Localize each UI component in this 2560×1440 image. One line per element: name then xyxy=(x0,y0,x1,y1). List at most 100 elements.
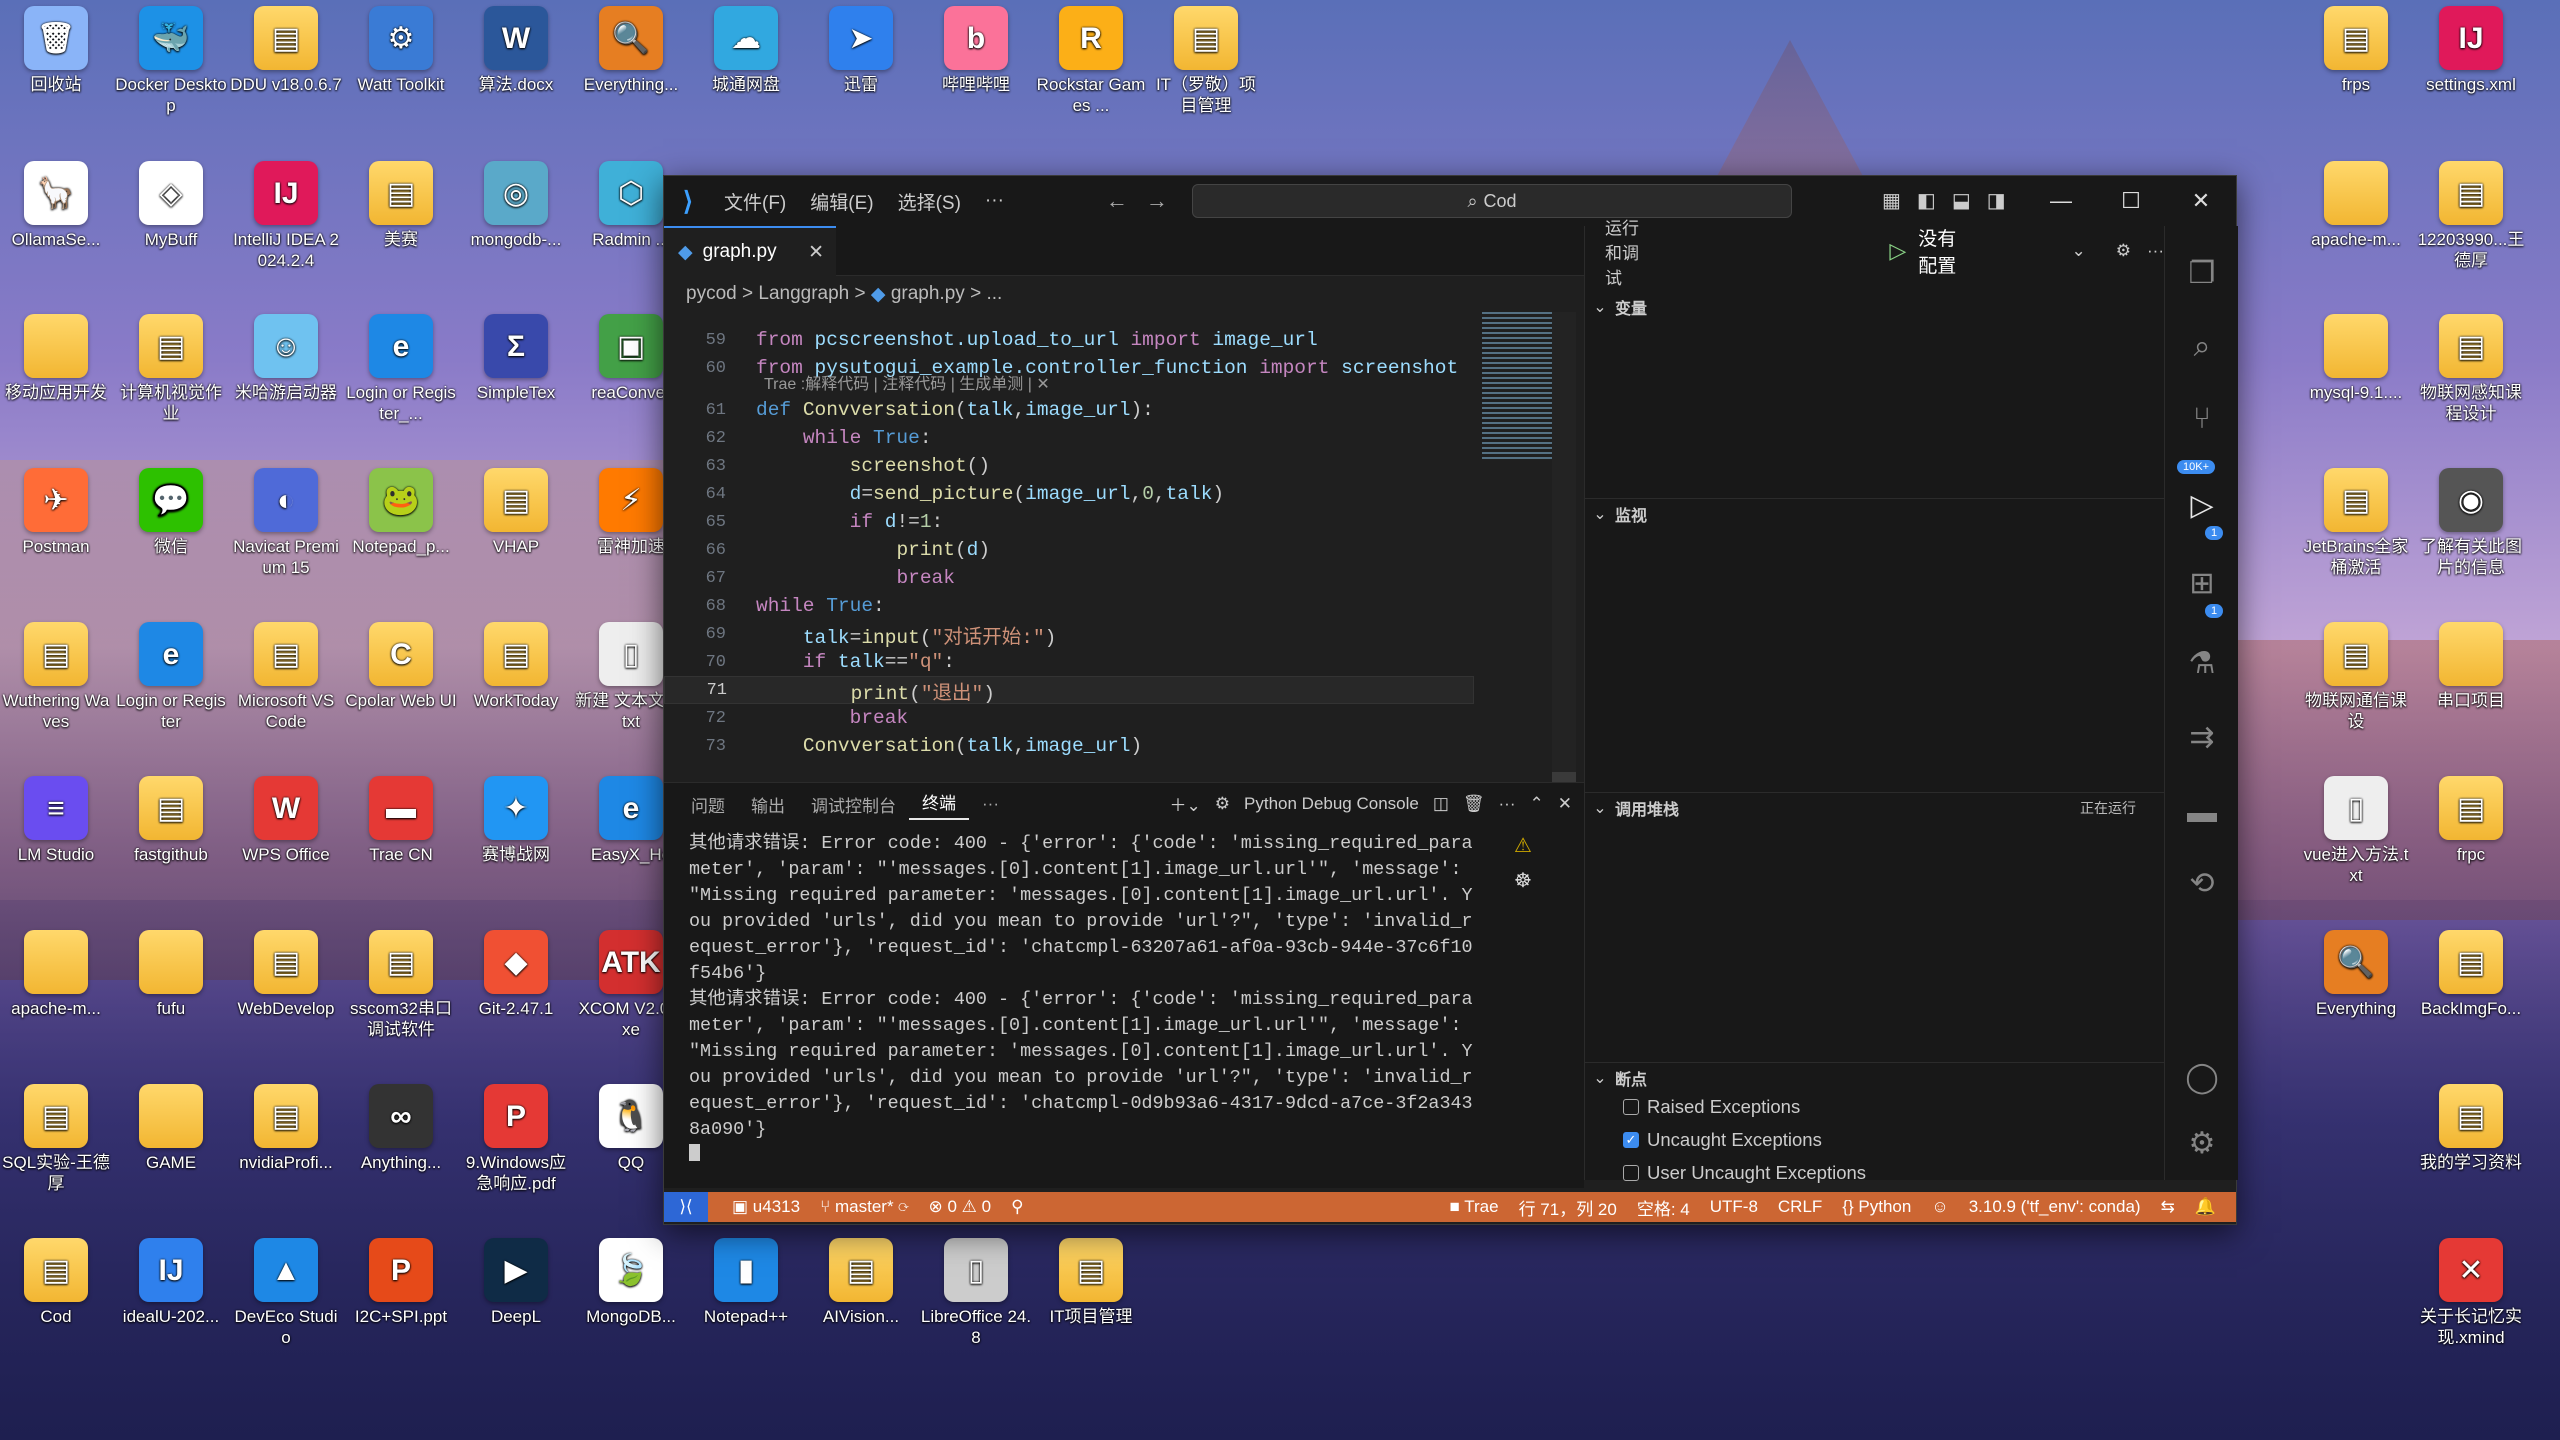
tab-problems[interactable]: 问题 xyxy=(678,792,738,817)
status-encoding[interactable]: UTF-8 xyxy=(1700,1197,1768,1217)
more-actions-icon[interactable]: ··· xyxy=(1499,794,1516,814)
desktop-icon[interactable]: 移动应用开发 xyxy=(0,308,112,403)
status-branch[interactable]: ⑂ master* ⟳ xyxy=(810,1197,918,1217)
status-position[interactable]: 行 71，列 20 xyxy=(1509,1195,1627,1220)
split-terminal-icon[interactable]: ◫ xyxy=(1433,794,1449,814)
desktop-icon[interactable]: ▤ WorkToday xyxy=(460,616,572,711)
desktop-icon[interactable]: ▬ Trae CN xyxy=(345,770,457,865)
forward-arrow-icon[interactable]: → xyxy=(1146,188,1168,214)
desktop-icon[interactable]: apache-m... xyxy=(0,924,112,1019)
terminal-name[interactable]: Python Debug Console xyxy=(1244,794,1419,814)
desktop-icon[interactable]: ▤ VHAP xyxy=(460,462,572,557)
tab-graph-py[interactable]: ◆ graph.py ✕ xyxy=(664,226,836,276)
code-line[interactable]: 65 if d!=1: xyxy=(664,508,1474,536)
desktop-icon[interactable]: P 9.Windows应急响应.pdf xyxy=(460,1078,572,1194)
new-terminal-icon[interactable]: ＋⌄ xyxy=(1170,791,1201,816)
desktop-icon[interactable]: ☺ 米哈游启动器 xyxy=(230,308,342,403)
desktop-icon[interactable]: ▤ WebDevelop xyxy=(230,924,342,1019)
desktop-icon[interactable]: ▤ AIVision... xyxy=(805,1232,917,1327)
section-callstack[interactable]: ⌄ 调用堆栈 正在运行 xyxy=(1585,792,2164,822)
desktop-icon[interactable]: 🔍 Everything xyxy=(2300,924,2412,1019)
breadcrumb-symbol[interactable]: ... xyxy=(986,283,1002,305)
desktop-icon[interactable]: ✦ 赛博战网 xyxy=(460,770,572,865)
desktop-icon[interactable]: ▤ IT（罗敬）项目管理 xyxy=(1150,0,1262,116)
desktop-icon[interactable]: ◎ mongodb-... xyxy=(460,155,572,250)
desktop-icon[interactable]: ◈ MyBuff xyxy=(115,155,227,250)
desktop-icon[interactable]: 🦙 OllamaSe... xyxy=(0,155,112,250)
code-line[interactable]: 59 from pcscreenshot.upload_to_url import… xyxy=(664,326,1474,354)
code-line[interactable]: 66 print(d) xyxy=(664,536,1474,564)
desktop-icon[interactable]: 🗑 回收站 xyxy=(0,0,112,95)
desktop-icon[interactable]: ▤ 物联网通信课设 xyxy=(2300,616,2412,732)
desktop-icon[interactable]: ▤ nvidiaProfi... xyxy=(230,1078,342,1173)
desktop-icon[interactable]: Σ SimpleTex xyxy=(460,308,572,403)
desktop-icon[interactable]: e Login or Register xyxy=(115,616,227,732)
desktop-icon[interactable]: b 哔哩哔哩 xyxy=(920,0,1032,95)
desktop-icon[interactable]: ▤ Cod xyxy=(0,1232,112,1327)
tab-output[interactable]: 输出 xyxy=(738,792,798,817)
desktop-icon[interactable]: ▤ fastgithub xyxy=(115,770,227,865)
terminal-output[interactable]: 其他请求错误: Error code: 400 - {'error': {'co… xyxy=(689,831,1479,1161)
explorer-icon[interactable]: ❐ xyxy=(2165,256,2239,291)
remote-explorer-icon[interactable]: ⇉ xyxy=(2165,720,2239,755)
command-center-search[interactable]: ⌕ Cod xyxy=(1192,184,1792,218)
maximize-button[interactable]: ☐ xyxy=(2096,176,2166,226)
menu-more[interactable]: ··· xyxy=(973,190,1016,212)
remote-indicator-icon[interactable]: ⟩⟨ xyxy=(664,1192,708,1222)
close-tab-icon[interactable]: ✕ xyxy=(808,241,824,264)
breadcrumb-subfolder[interactable]: Langgraph xyxy=(758,283,849,305)
desktop-icon[interactable]: ▤ 美赛 xyxy=(345,155,457,250)
desktop-icon[interactable]: ▤ JetBrains全家桶激活 xyxy=(2300,462,2412,578)
desktop-icon[interactable]: IJ idealU-202... xyxy=(115,1232,227,1327)
desktop-icon[interactable]: IJ settings.xml xyxy=(2415,0,2527,95)
desktop-icon[interactable]: e Login or Register_... xyxy=(345,308,457,424)
code-line[interactable]: 71 print("退出") xyxy=(664,676,1474,705)
breadcrumb-folder[interactable]: pycod xyxy=(686,283,737,305)
desktop-icon[interactable]: ≡ LM Studio xyxy=(0,770,112,865)
panel-more-button[interactable]: ··· xyxy=(969,794,1012,814)
breakpoint-item[interactable]: User Uncaught Exceptions xyxy=(1623,1162,1866,1184)
more-actions-icon[interactable]: ··· xyxy=(2147,241,2164,261)
toggle-secondary-sidebar-icon[interactable]: ◨ xyxy=(1987,188,2006,213)
desktop-icon[interactable]: ▤ frpc xyxy=(2415,770,2527,865)
menu-edit[interactable]: 编辑(E) xyxy=(798,188,885,215)
code-line[interactable]: 70 if talk=="q": xyxy=(664,648,1474,676)
toggle-sidebar-icon[interactable]: ◧ xyxy=(1917,188,1936,213)
tab-debug-console[interactable]: 调试控制台 xyxy=(798,792,909,817)
desktop-icon[interactable]: ▤ sscom32串口调试软件 xyxy=(345,924,457,1040)
checkbox[interactable] xyxy=(1623,1099,1639,1115)
desktop-icon[interactable]: ▤ frps xyxy=(2300,0,2412,95)
desktop-icon[interactable]: W 算法.docx xyxy=(460,0,572,95)
desktop-icon[interactable]: ▮ Notepad++ xyxy=(690,1232,802,1327)
terminal-view-icon[interactable]: ▬ xyxy=(2165,796,2239,830)
code-line[interactable]: 68 while True: xyxy=(664,592,1474,620)
minimap[interactable] xyxy=(1482,312,1552,462)
code-line[interactable]: 72 break xyxy=(664,704,1474,732)
breakpoint-item[interactable]: Raised Exceptions xyxy=(1623,1096,1800,1118)
customize-layout-icon[interactable]: ▦ xyxy=(1882,188,1901,213)
notifications-bell-icon[interactable]: 🔔 xyxy=(2185,1197,2226,1217)
desktop-icon[interactable]: ▯ vue进入方法.txt xyxy=(2300,770,2412,886)
gear-icon[interactable]: ⚙ xyxy=(2116,241,2131,261)
desktop-icon[interactable]: ◆ Git-2.47.1 xyxy=(460,924,572,1019)
feedback-icon[interactable]: ⇆ xyxy=(2151,1197,2185,1217)
desktop-icon[interactable]: ▤ IT项目管理 xyxy=(1035,1232,1147,1327)
code-line[interactable]: 67 break xyxy=(664,564,1474,592)
testing-flask-icon[interactable]: ⚗ xyxy=(2165,646,2239,681)
desktop-icon[interactable]: ∞ Anything... xyxy=(345,1078,457,1173)
desktop-icon[interactable]: ▶ DeepL xyxy=(460,1232,572,1327)
desktop-icon[interactable]: ▤ Wuthering Waves xyxy=(0,616,112,732)
chevron-down-icon[interactable]: ⌄ xyxy=(2072,241,2086,261)
status-language[interactable]: {} Python xyxy=(1832,1197,1921,1217)
menu-file[interactable]: 文件(F) xyxy=(712,188,798,215)
trash-icon[interactable]: 🗑 xyxy=(1463,794,1485,814)
close-panel-icon[interactable]: ✕ xyxy=(1558,794,1572,814)
breadcrumb-file[interactable]: graph.py xyxy=(891,283,965,305)
status-spaces[interactable]: 空格: 4 xyxy=(1627,1195,1700,1220)
desktop-icon[interactable]: ▤ DDU v18.0.6.7 xyxy=(230,0,342,95)
code-line[interactable]: 73 Convversation(talk,image_url) xyxy=(664,732,1474,760)
debug-console-icon[interactable]: ☸ xyxy=(1514,868,1532,893)
breakpoint-item[interactable]: ✓ Uncaught Exceptions xyxy=(1623,1129,1822,1151)
copilot-icon[interactable]: ⟲ xyxy=(2165,866,2239,901)
source-control-icon[interactable]: ⑂ xyxy=(2165,402,2239,436)
